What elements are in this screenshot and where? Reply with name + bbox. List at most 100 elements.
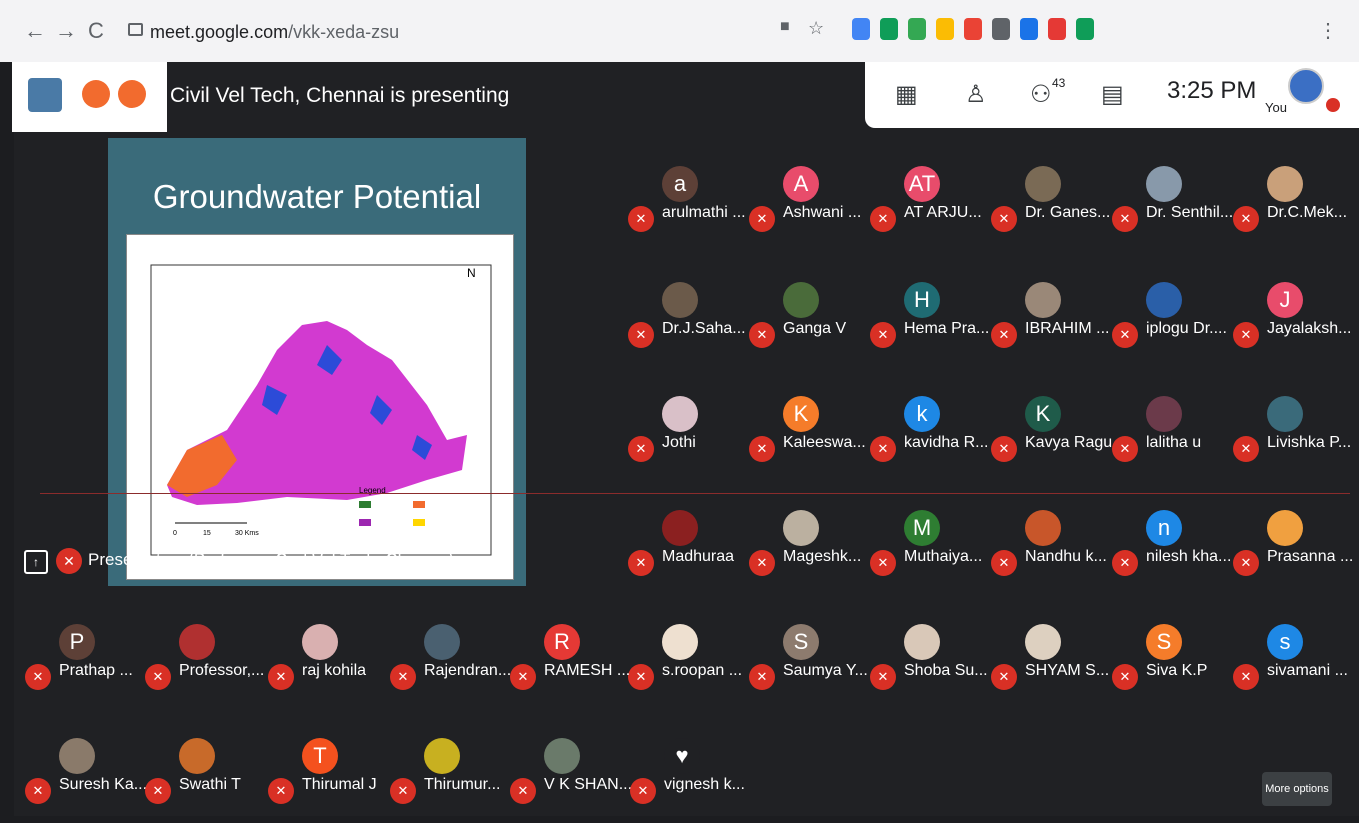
grid-view-icon[interactable]: ▦ <box>895 80 918 109</box>
url-text[interactable]: meet.google.com/vkk-xeda-zsu <box>150 22 399 43</box>
presentation-pin-icon[interactable]: ↑ <box>24 550 48 574</box>
participant-tile[interactable]: ✕ Professor,... <box>145 624 265 709</box>
participant-avatar <box>662 282 698 318</box>
participant-tile[interactable]: T ✕ Thirumal J <box>268 738 388 823</box>
participant-name: vignesh k... <box>664 776 745 793</box>
participant-tile[interactable]: A ✕ Ashwani ... <box>749 166 869 251</box>
participant-tile[interactable]: ✕ Mageshk... <box>749 510 869 595</box>
address-bar[interactable]: meet.google.com/vkk-xeda-zsu <box>118 14 848 50</box>
participant-tile[interactable]: ✕ Madhuraa <box>628 510 748 595</box>
participant-avatar: T <box>302 738 338 774</box>
mic-off-icon: ✕ <box>1233 436 1259 462</box>
participant-tile[interactable]: AT ✕ AT ARJU... <box>870 166 990 251</box>
participant-tile[interactable]: ✕ Swathi T <box>145 738 265 823</box>
participant-tile[interactable]: ✕ Dr. Senthil... <box>1112 166 1234 251</box>
participant-name: V K SHAN... <box>544 776 633 793</box>
extension-0-icon[interactable] <box>852 18 870 40</box>
mic-off-icon: ✕ <box>749 664 775 690</box>
meet-top-bar: ▦ ♙ ⚇ 43 ▤ <box>865 62 1359 128</box>
participant-avatar <box>662 624 698 660</box>
participant-tile[interactable]: ✕ Dr.J.Saha... <box>628 282 748 367</box>
mic-off-icon: ✕ <box>1233 664 1259 690</box>
participant-tile[interactable]: s ✕ sivamani ... <box>1233 624 1353 709</box>
extension-8-icon[interactable] <box>1076 18 1094 40</box>
chat-icon[interactable]: ▤ <box>1101 80 1124 109</box>
presentation-mic-off-icon: ✕ <box>56 548 82 574</box>
extension-3-icon[interactable] <box>936 18 954 40</box>
participant-name: Professor,... <box>179 662 265 679</box>
you-mic-off-icon <box>1326 98 1340 112</box>
participant-tile[interactable]: R ✕ RAMESH ... <box>510 624 630 709</box>
slide-title: Groundwater Potential <box>152 178 482 215</box>
presentation-slide: Groundwater Potential N Legend 0 15 30 K… <box>108 138 526 586</box>
mic-off-icon: ✕ <box>1112 206 1138 232</box>
participant-tile[interactable]: ✕ s.roopan ... <box>628 624 748 709</box>
participant-tile[interactable]: K ✕ Kaleeswa... <box>749 396 869 481</box>
participant-tile[interactable]: ✕ Livishka P... <box>1233 396 1353 481</box>
camera-icon[interactable]: ■ <box>780 18 790 36</box>
participant-tile[interactable]: H ✕ Hema Pra... <box>870 282 990 367</box>
participant-name: iplogu Dr.... <box>1146 320 1227 337</box>
participant-tile[interactable]: ✕ lalitha u <box>1112 396 1232 481</box>
participant-tile[interactable]: S ✕ Saumya Y... <box>749 624 869 709</box>
participant-tile[interactable]: J ✕ Jayalaksh... <box>1233 282 1353 367</box>
mic-off-icon: ✕ <box>991 436 1017 462</box>
mic-off-icon: ✕ <box>1233 206 1259 232</box>
extension-a-icon[interactable] <box>82 80 110 108</box>
participant-tile[interactable]: ✕ Rajendran... <box>390 624 511 709</box>
extension-6-icon[interactable] <box>1020 18 1038 40</box>
participant-avatar: K <box>1025 396 1061 432</box>
browser-menu-icon[interactable]: ⋮ <box>1318 18 1338 43</box>
extension-4-icon[interactable] <box>964 18 982 40</box>
classroom-ext-icon[interactable] <box>28 78 62 112</box>
participant-tile[interactable]: ✕ Ganga V <box>749 282 869 367</box>
presenting-banner: Civil Vel Tech, Chennai is presenting <box>170 84 510 107</box>
participant-tile[interactable]: ✕ V K SHAN... <box>510 738 633 823</box>
participant-tile[interactable]: K ✕ Kavya Ragu <box>991 396 1112 481</box>
extension-5-icon[interactable] <box>992 18 1010 40</box>
mic-off-icon: ✕ <box>870 206 896 232</box>
participant-name: Jothi <box>662 434 696 451</box>
participant-tile[interactable]: ✕ SHYAM S... <box>991 624 1111 709</box>
participants-icon[interactable]: ⚇ <box>1030 80 1052 109</box>
participant-tile[interactable]: ✕ Nandhu k... <box>991 510 1111 595</box>
participant-tile[interactable]: a ✕ arulmathi ... <box>628 166 748 251</box>
participant-name: AT ARJU... <box>904 204 982 221</box>
you-avatar[interactable] <box>1288 68 1324 104</box>
participant-tile[interactable]: ✕ Prasanna ... <box>1233 510 1353 595</box>
mic-off-icon: ✕ <box>510 664 536 690</box>
participant-tile[interactable]: P ✕ Prathap ... <box>25 624 145 709</box>
person-icon[interactable]: ♙ <box>965 80 987 109</box>
reload-icon[interactable]: C <box>88 18 104 44</box>
extension-2-icon[interactable] <box>908 18 926 40</box>
participant-tile[interactable]: ✕ Jothi <box>628 396 748 481</box>
extension-7-icon[interactable] <box>1048 18 1066 40</box>
participant-tile[interactable]: ✕ Dr.C.Mek... <box>1233 166 1353 251</box>
extension-1-icon[interactable] <box>880 18 898 40</box>
back-icon[interactable]: ← <box>24 18 46 44</box>
participant-tile[interactable]: ✕ IBRAHIM ... <box>991 282 1111 367</box>
participant-tile[interactable]: n ✕ nilesh kha... <box>1112 510 1232 595</box>
participant-tile[interactable]: ✕ iplogu Dr.... <box>1112 282 1232 367</box>
mic-off-icon: ✕ <box>628 206 654 232</box>
mic-off-icon: ✕ <box>991 550 1017 576</box>
extension-star-icon[interactable] <box>118 80 146 108</box>
participant-tile[interactable]: ♥ ✕ vignesh k... <box>630 738 750 823</box>
forward-icon[interactable]: → <box>55 18 77 44</box>
participant-tile[interactable]: ✕ raj kohila <box>268 624 388 709</box>
participant-tile[interactable]: ✕ Thirumur... <box>390 738 510 823</box>
participant-tile[interactable]: ✕ Shoba Su... <box>870 624 990 709</box>
participant-tile[interactable]: k ✕ kavidha R... <box>870 396 990 481</box>
participant-tile[interactable]: S ✕ Siva K.P <box>1112 624 1232 709</box>
participant-tile[interactable]: M ✕ Muthaiya... <box>870 510 990 595</box>
participant-name: Dr. Senthil... <box>1146 204 1234 221</box>
participant-name: Suresh Ka... <box>59 776 148 793</box>
participant-tile[interactable]: ✕ Dr. Ganes... <box>991 166 1111 251</box>
bookmark-star-icon[interactable]: ☆ <box>808 18 824 39</box>
scale-tick-2: 30 Kms <box>235 530 259 537</box>
participant-tile[interactable]: ✕ Suresh Ka... <box>25 738 148 823</box>
more-options-button[interactable]: More options <box>1262 772 1332 806</box>
mic-off-icon: ✕ <box>1233 322 1259 348</box>
participant-avatar <box>904 624 940 660</box>
participant-name: Dr. Ganes... <box>1025 204 1111 221</box>
